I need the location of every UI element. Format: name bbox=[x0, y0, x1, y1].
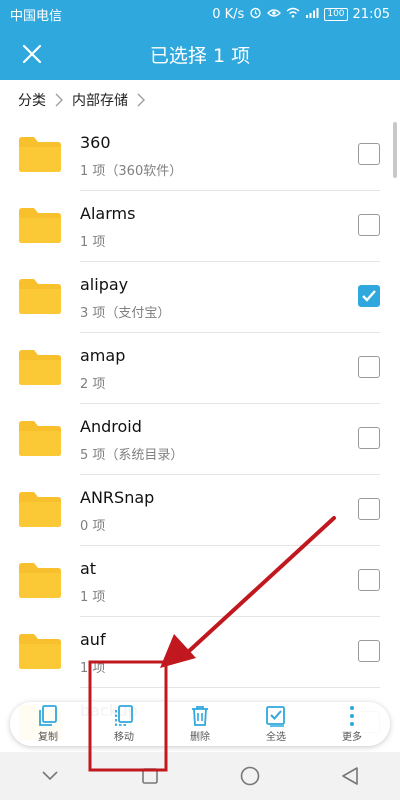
chevron-right-icon bbox=[137, 93, 145, 107]
more-label: 更多 bbox=[342, 732, 362, 743]
file-name: ANRSnap bbox=[80, 488, 155, 507]
wifi-icon bbox=[286, 7, 300, 22]
file-detail: 1 项（360软件） bbox=[80, 164, 183, 179]
file-name: at bbox=[80, 559, 97, 578]
folder-icon bbox=[17, 347, 63, 391]
more-button[interactable]: 更多 bbox=[320, 702, 384, 746]
clock: 21:05 bbox=[352, 6, 390, 22]
square-icon bbox=[142, 768, 158, 784]
title-bar: 已选择 1 项 bbox=[0, 28, 400, 80]
file-name: amap bbox=[80, 346, 126, 365]
file-name: alipay bbox=[80, 275, 129, 294]
more-icon bbox=[350, 706, 354, 726]
back-triangle-icon bbox=[342, 767, 358, 785]
row-checkbox[interactable] bbox=[358, 498, 380, 520]
check-icon bbox=[362, 290, 376, 302]
file-row[interactable]: amap 2 项 bbox=[0, 333, 400, 404]
file-name: Android bbox=[80, 417, 142, 436]
hide-nav-button[interactable] bbox=[20, 752, 80, 800]
close-button[interactable] bbox=[0, 28, 64, 80]
delete-label: 删除 bbox=[190, 732, 210, 743]
select-all-label: 全选 bbox=[266, 732, 286, 743]
row-checkbox[interactable] bbox=[358, 285, 380, 307]
recents-button[interactable] bbox=[120, 752, 180, 800]
file-row[interactable]: auf 1 项 bbox=[0, 617, 400, 688]
move-button[interactable]: 移动 bbox=[92, 702, 156, 746]
file-detail: 5 项（系统目录） bbox=[80, 448, 184, 463]
copy-label: 复制 bbox=[38, 732, 58, 743]
delete-button[interactable]: 删除 bbox=[168, 702, 232, 746]
trash-icon bbox=[192, 706, 208, 726]
circle-icon bbox=[240, 766, 260, 786]
file-row[interactable]: Alarms 1 项 bbox=[0, 191, 400, 262]
file-list[interactable]: 360 1 项（360软件） Alarms 1 项 alipay 3 项（支付宝） amap… bbox=[0, 120, 400, 752]
folder-icon bbox=[17, 205, 63, 249]
file-row[interactable]: alipay 3 项（支付宝） bbox=[0, 262, 400, 333]
file-detail: 1 项 bbox=[80, 235, 106, 250]
network-speed: 0 K/s bbox=[212, 6, 245, 22]
file-row[interactable]: Android 5 项（系统目录） bbox=[0, 404, 400, 475]
row-checkbox[interactable] bbox=[358, 356, 380, 378]
file-name: Alarms bbox=[80, 204, 136, 223]
folder-icon bbox=[17, 560, 63, 604]
alarm-icon bbox=[249, 6, 262, 23]
navigation-bar bbox=[0, 752, 400, 800]
chevron-down-icon bbox=[42, 771, 58, 781]
file-name: 360 bbox=[80, 133, 111, 152]
home-button[interactable] bbox=[220, 752, 280, 800]
row-checkbox[interactable] bbox=[358, 214, 380, 236]
file-detail: 1 项 bbox=[80, 661, 106, 676]
row-checkbox[interactable] bbox=[358, 427, 380, 449]
file-detail: 1 项 bbox=[80, 590, 106, 605]
file-row[interactable]: 360 1 项（360软件） bbox=[0, 120, 400, 191]
eye-icon bbox=[267, 7, 282, 22]
breadcrumb-item-internal-storage[interactable]: 内部存储 bbox=[72, 90, 128, 110]
close-icon bbox=[22, 44, 42, 64]
row-checkbox[interactable] bbox=[358, 143, 380, 165]
carrier-label: 中国电信 bbox=[10, 8, 63, 24]
select-all-icon bbox=[266, 706, 285, 727]
file-name: auf bbox=[80, 630, 106, 649]
select-all-button[interactable]: 全选 bbox=[244, 702, 308, 746]
signal-icon bbox=[305, 7, 319, 22]
folder-icon bbox=[17, 418, 63, 462]
move-icon bbox=[115, 705, 133, 726]
status-right: 0 K/s 100 21:05 bbox=[212, 6, 390, 23]
file-row[interactable]: at 1 项 bbox=[0, 546, 400, 617]
screen: 中国电信 0 K/s 100 21:05 已选择 1 项 分类 内部存储 360… bbox=[0, 0, 400, 800]
breadcrumb: 分类 内部存储 bbox=[0, 80, 400, 120]
row-checkbox[interactable] bbox=[358, 640, 380, 662]
chevron-right-icon bbox=[55, 93, 63, 107]
battery-icon: 100 bbox=[324, 7, 348, 21]
file-detail: 0 项 bbox=[80, 519, 106, 534]
file-detail: 2 项 bbox=[80, 377, 106, 392]
breadcrumb-item-category[interactable]: 分类 bbox=[18, 90, 46, 110]
folder-icon bbox=[17, 489, 63, 533]
move-label: 移动 bbox=[114, 732, 134, 743]
folder-icon bbox=[17, 631, 63, 675]
status-bar: 中国电信 0 K/s 100 21:05 bbox=[0, 0, 400, 28]
back-button[interactable] bbox=[320, 752, 380, 800]
copy-icon bbox=[39, 705, 57, 726]
action-bar: 复制 移动 删除 全选 更多 bbox=[10, 702, 390, 746]
scrollbar[interactable] bbox=[393, 122, 397, 178]
copy-button[interactable]: 复制 bbox=[16, 702, 80, 746]
folder-icon bbox=[17, 134, 63, 178]
folder-icon bbox=[17, 276, 63, 320]
row-checkbox[interactable] bbox=[358, 569, 380, 591]
file-detail: 3 项（支付宝） bbox=[80, 306, 171, 321]
file-row[interactable]: ANRSnap 0 项 bbox=[0, 475, 400, 546]
